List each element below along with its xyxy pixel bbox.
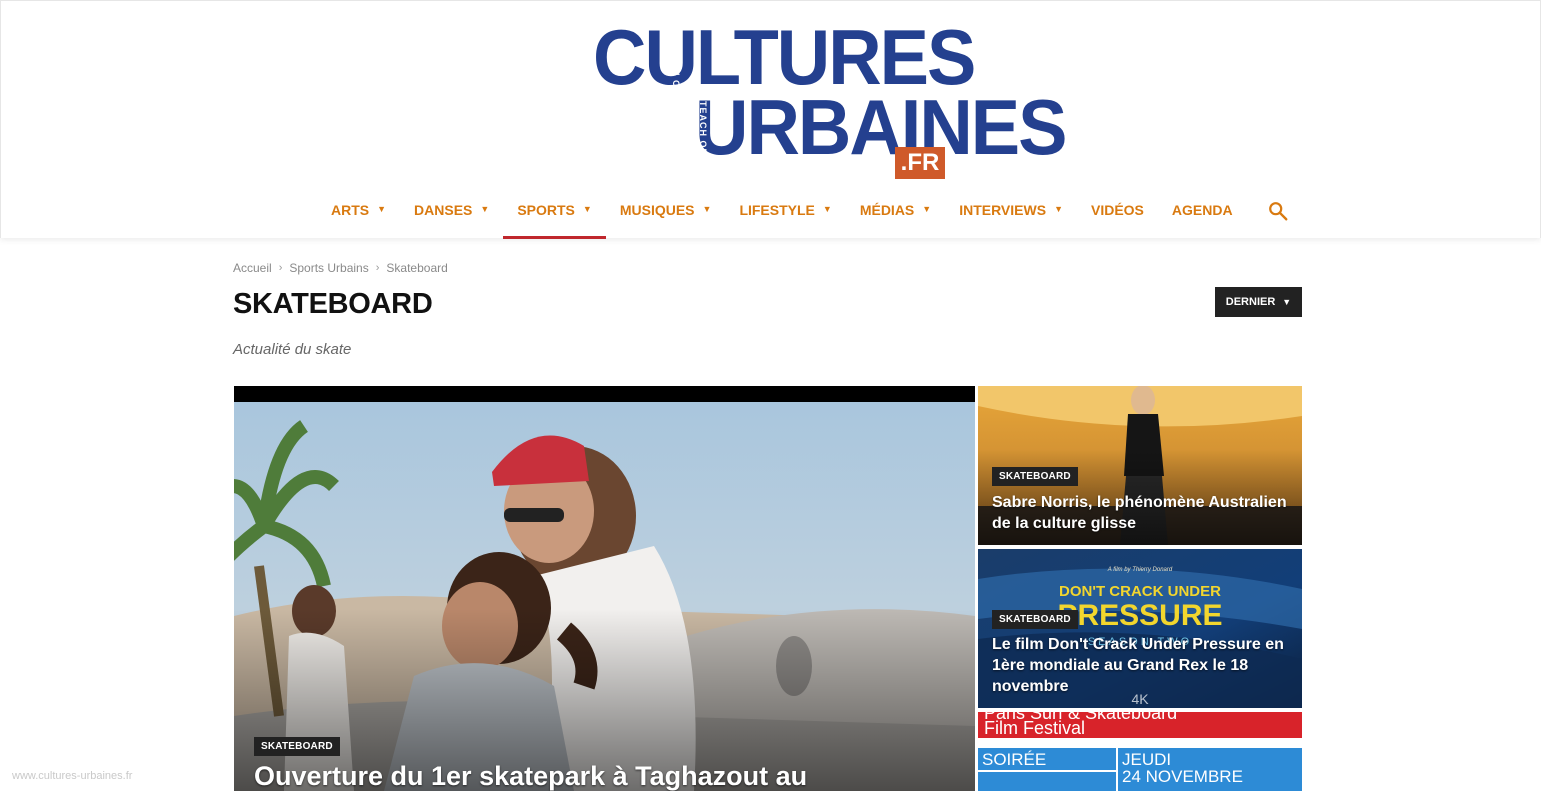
featured-article-card[interactable]: SKATEBOARD Ouverture du 1er skatepark à …	[234, 386, 975, 791]
nav-item-musiques[interactable]: MUSIQUES ▼	[606, 181, 726, 239]
breadcrumb: Accueil › Sports Urbains › Skateboard	[233, 261, 448, 275]
page-title: SKATEBOARD	[233, 288, 433, 320]
chevron-down-icon: ▼	[1282, 297, 1292, 307]
poster-credit: A film by Thierry Donard	[1107, 567, 1173, 573]
nav-item-label: INTERVIEWS	[959, 202, 1047, 218]
side-article-title-1[interactable]: Sabre Norris, le phénomène Australien de…	[992, 492, 1292, 534]
nav-item-lifestyle[interactable]: LIFESTYLE ▼	[725, 181, 845, 239]
nav-item-label: SPORTS	[517, 202, 575, 218]
nav-item-label: ARTS	[331, 202, 370, 218]
page-description: Actualité du skate	[233, 341, 352, 358]
side-article-title-2[interactable]: Le film Don't Crack Under Pressure en 1è…	[992, 634, 1292, 697]
category-badge[interactable]: SKATEBOARD	[992, 467, 1078, 486]
category-badge[interactable]: SKATEBOARD	[992, 610, 1078, 629]
search-icon[interactable]	[1267, 200, 1289, 222]
featured-article-image	[234, 386, 975, 791]
nav-item-label: MUSIQUES	[619, 202, 695, 218]
sort-dropdown[interactable]: DERNIER ▼	[1215, 287, 1302, 317]
logo-fr-suffix: .FR	[895, 147, 945, 179]
breadcrumb-current: Skateboard	[386, 261, 448, 275]
breadcrumb-sports-urbains[interactable]: Sports Urbains	[289, 261, 368, 275]
nav-item-label: LIFESTYLE	[739, 202, 815, 218]
poster-line-1: DON'T CRACK UNDER	[1059, 583, 1221, 600]
nav-item-label: VIDÉOS	[1090, 202, 1144, 218]
festival-date: 24 NOVEMBRE	[1122, 767, 1243, 786]
featured-article-title[interactable]: Ouverture du 1er skatepark à Taghazout a…	[254, 760, 954, 791]
site-logo[interactable]: CULTURES URBAINES EACH ONE TEACH ONE .FR	[591, 18, 1067, 181]
poster-line-2: PRESSURE	[1057, 599, 1222, 632]
watermark: www.cultures-urbaines.fr	[12, 770, 133, 782]
chevron-down-icon: ▼	[702, 204, 712, 214]
breadcrumb-separator-icon: ›	[375, 262, 380, 274]
nav-item-interviews[interactable]: INTERVIEWS ▼	[945, 181, 1077, 239]
logo-tagline-b: TEACH ONE	[698, 101, 708, 164]
logo-tagline-a: EACH ONE	[671, 47, 681, 103]
breadcrumb-separator-icon: ›	[278, 262, 283, 274]
breadcrumb-home[interactable]: Accueil	[233, 261, 272, 275]
chevron-down-icon: ▼	[822, 204, 832, 214]
nav-item-label: AGENDA	[1171, 202, 1233, 218]
nav-item-danses[interactable]: DANSES ▼	[400, 181, 503, 239]
nav-item-label: DANSES	[414, 202, 473, 218]
chevron-down-icon: ▼	[922, 204, 932, 214]
chevron-down-icon: ▼	[377, 204, 387, 214]
nav-item-arts[interactable]: ARTS ▼	[317, 181, 400, 239]
nav-item-label: MÉDIAS	[859, 202, 915, 218]
site-header: CULTURES URBAINES EACH ONE TEACH ONE .FR…	[0, 0, 1541, 239]
main-nav: ARTS ▼ DANSES ▼ SPORTS ▼ MUSIQUES ▼ LIFESTYLE ▼ MÉ…	[317, 181, 1247, 239]
festival-soiree: SOIRÉE	[982, 750, 1046, 769]
nav-item-sports[interactable]: SPORTS ▼	[503, 181, 606, 239]
sort-dropdown-label: DERNIER	[1225, 296, 1276, 308]
side-article-card-1[interactable]: SKATEBOARD Sabre Norris, le phénomène Au…	[978, 386, 1302, 545]
festival-line-2: Film Festival	[984, 718, 1085, 738]
side-article-image-3: Paris Surf & Skateboard Film Festival SO…	[978, 712, 1302, 791]
side-article-card-2[interactable]: A film by Thierry Donard DON'T CRACK UND…	[978, 549, 1302, 708]
chevron-down-icon: ▼	[582, 204, 592, 214]
logo-line-2: URBAINES	[695, 83, 1067, 171]
side-article-card-3[interactable]: Paris Surf & Skateboard Film Festival SO…	[978, 712, 1302, 791]
chevron-down-icon: ▼	[480, 204, 490, 214]
nav-item-agenda[interactable]: AGENDA	[1158, 181, 1247, 239]
chevron-down-icon: ▼	[1054, 204, 1063, 214]
nav-item-videos[interactable]: VIDÉOS	[1077, 181, 1158, 239]
nav-item-medias[interactable]: MÉDIAS ▼	[846, 181, 945, 239]
category-badge[interactable]: SKATEBOARD	[254, 737, 340, 756]
